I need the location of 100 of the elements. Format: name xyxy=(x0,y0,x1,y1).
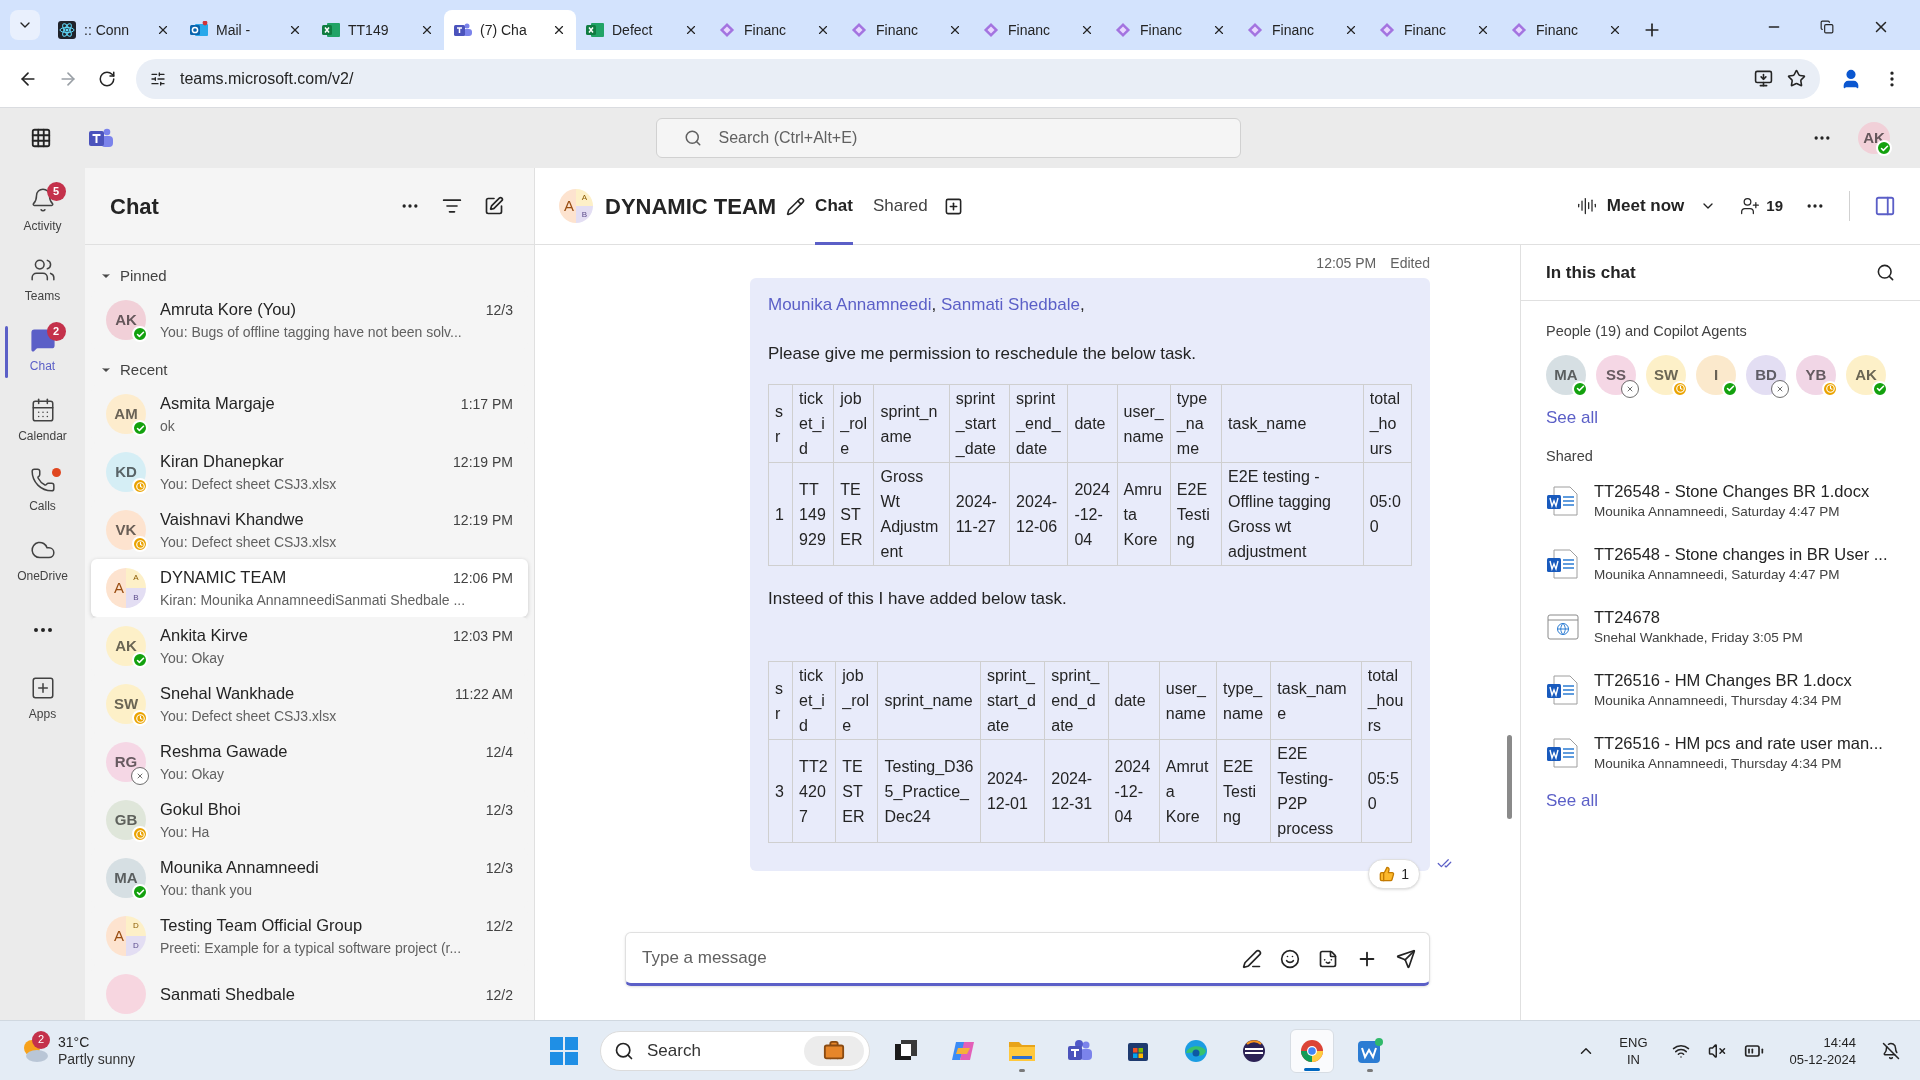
new-chat-icon[interactable] xyxy=(484,196,504,216)
rail-item[interactable]: Chat 2 xyxy=(7,316,78,386)
restore-icon[interactable] xyxy=(1820,20,1834,34)
chat-time: 12/3 xyxy=(485,301,513,321)
participants-button[interactable]: 19 xyxy=(1740,194,1783,218)
column-header: sr xyxy=(768,384,793,463)
shared-file[interactable]: TT26548 - Stone changes in BR User ... Mounika Annamneedi, Saturday 4:47 PM xyxy=(1546,543,1895,585)
bookmark-icon[interactable] xyxy=(1787,69,1806,88)
rail-item[interactable]: OneDrive xyxy=(7,526,78,596)
column-header: type_name xyxy=(1170,384,1222,463)
search-icon xyxy=(683,129,702,147)
send-icon[interactable] xyxy=(1396,949,1416,969)
table-cell: 2024-11-27 xyxy=(949,462,1010,566)
table-cell: Gross Wt Adjustment xyxy=(874,462,950,566)
edit-icon[interactable] xyxy=(786,196,806,216)
chat-name: Gokul Bhoi xyxy=(160,799,242,821)
reaction-pill[interactable]: 1 xyxy=(1368,859,1420,889)
close-tab-icon[interactable] xyxy=(156,23,170,37)
chat-item[interactable]: A A B DYNAMIC TEAM 12:06 PM Kiran: Mounika AnnamneediSanmati Shedbale ... xyxy=(91,559,528,617)
phone-icon xyxy=(29,467,56,493)
close-tab-icon[interactable] xyxy=(420,23,434,37)
chat-title: DYNAMIC TEAM xyxy=(605,192,777,221)
search-icon[interactable] xyxy=(1876,263,1895,282)
browser-tab[interactable]: Financ xyxy=(840,10,972,50)
close-tab-icon[interactable] xyxy=(552,23,566,37)
address-bar[interactable]: teams.microsoft.com/v2/ xyxy=(136,58,1820,99)
close-tab-icon[interactable] xyxy=(1344,23,1358,37)
rail-item[interactable]: Calendar xyxy=(7,386,78,456)
close-tab-icon[interactable] xyxy=(1212,23,1226,37)
mention-link[interactable]: Sanmati Shedbale xyxy=(941,295,1080,314)
emoji-icon[interactable] xyxy=(1280,949,1300,969)
app-launcher-icon[interactable] xyxy=(30,127,52,149)
rail-item[interactable]: Apps xyxy=(7,664,78,734)
column-header: task_name xyxy=(1270,661,1362,740)
see-all-link[interactable]: See all xyxy=(1546,788,1598,814)
table-cell: TESTER xyxy=(835,739,878,843)
teams-logo[interactable] xyxy=(88,127,114,149)
people-icon xyxy=(29,257,56,283)
shared-file[interactable]: TT26516 - HM Changes BR 1.docx Mounika Annamneedi, Thursday 4:34 PM xyxy=(1546,669,1895,711)
browser-tab[interactable]: Financ xyxy=(1368,10,1500,50)
add-tab-icon[interactable] xyxy=(943,196,963,216)
shared-file[interactable]: TT26516 - HM pcs and rate user man... Mounika Annamneedi, Thursday 4:34 PM xyxy=(1546,732,1895,774)
language-indicator[interactable]: ENG IN xyxy=(1619,1033,1648,1068)
clock[interactable]: 14:44 05-12-2024 xyxy=(1789,1033,1856,1068)
avatar: VK xyxy=(106,510,146,550)
column-header: job_role xyxy=(835,661,878,740)
filter-icon[interactable] xyxy=(442,196,462,216)
notifications-icon[interactable] xyxy=(1882,1041,1900,1060)
side-panel-icon[interactable] xyxy=(1874,195,1896,217)
close-tab-icon[interactable] xyxy=(1608,23,1622,37)
start-icon[interactable] xyxy=(548,1034,580,1067)
search-field[interactable]: Search (Ctrl+Alt+E) xyxy=(655,118,1241,158)
tab-list-button[interactable] xyxy=(10,10,40,40)
file-meta: Mounika Annamneedi, Thursday 4:34 PM xyxy=(1594,755,1843,773)
message-field[interactable]: Type a message xyxy=(625,932,1430,986)
shared-file[interactable]: TT24678 Snehal Wankhade, Friday 3:05 PM xyxy=(1546,606,1895,648)
see-all-link[interactable]: See all xyxy=(1546,404,1598,431)
browser-tab[interactable]: Financ xyxy=(972,10,1104,50)
eclipse-icon xyxy=(1241,1037,1267,1064)
browser-tab[interactable]: :: Conn xyxy=(48,10,180,50)
rail-item[interactable]: Teams xyxy=(7,246,78,316)
browser-tab[interactable]: (7) Cha xyxy=(444,10,576,50)
weather-widget[interactable]: 2 31°C Partly sunny xyxy=(20,1033,520,1068)
chat-tab[interactable]: Shared xyxy=(872,167,928,245)
close-tab-icon[interactable] xyxy=(1080,23,1094,37)
browser-tab[interactable]: TT149 xyxy=(312,10,444,50)
format-icon[interactable] xyxy=(1242,949,1262,969)
rail-item[interactable]: Calls xyxy=(7,456,78,526)
section-toggle[interactable]: Pinned xyxy=(85,261,182,291)
browser-tab[interactable]: Financ xyxy=(708,10,840,50)
browser-tab[interactable]: Financ xyxy=(1500,10,1632,50)
close-tab-icon[interactable] xyxy=(1476,23,1490,37)
close-tab-icon[interactable] xyxy=(948,23,962,37)
mention-link[interactable]: Mounika Annamneedi xyxy=(768,295,932,314)
site-info-icon[interactable] xyxy=(150,70,166,87)
browser-tab[interactable]: Financ xyxy=(1104,10,1236,50)
section-toggle[interactable]: Recent xyxy=(85,355,183,385)
column-header: type_name xyxy=(1216,661,1271,740)
muted-volume-icon[interactable] xyxy=(1707,1041,1726,1060)
chat-time: 12/4 xyxy=(485,743,513,763)
chat-list-title: Chat xyxy=(110,192,160,221)
column-header: user_name xyxy=(1159,661,1217,740)
table-cell: Amruta Kore xyxy=(1159,739,1217,843)
chat-name: Mounika Annamneedi xyxy=(160,857,320,879)
message-preview: You: Ha xyxy=(160,822,211,842)
sticker-icon[interactable] xyxy=(1318,949,1338,969)
reload-icon[interactable] xyxy=(98,69,116,88)
shared-file[interactable]: TT26548 - Stone Changes BR 1.docx Mounika Annamneedi, Saturday 4:47 PM xyxy=(1546,480,1895,522)
table-cell: 1 xyxy=(768,462,793,566)
avatar: BD xyxy=(1746,354,1786,395)
browser-tab[interactable]: Mail - xyxy=(180,10,312,50)
avatar: AK xyxy=(1858,122,1890,154)
rail-item[interactable]: Activity 5 xyxy=(7,176,78,246)
install-icon[interactable] xyxy=(1754,69,1773,88)
close-tab-icon[interactable] xyxy=(816,23,830,37)
close-tab-icon[interactable] xyxy=(288,23,302,37)
browser-tab[interactable]: Defect xyxy=(576,10,708,50)
close-tab-icon[interactable] xyxy=(684,23,698,37)
meet-now-button[interactable]: Meet now xyxy=(1566,188,1727,224)
browser-tab[interactable]: Financ xyxy=(1236,10,1368,50)
